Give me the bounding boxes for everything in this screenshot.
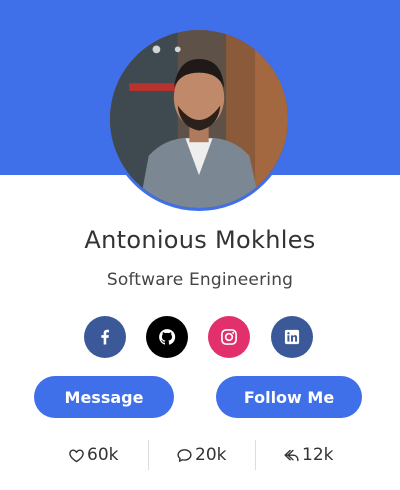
facebook-icon	[101, 329, 109, 345]
avatar[interactable]	[107, 27, 291, 211]
shares-count: 12k	[302, 445, 334, 465]
stats-divider	[255, 440, 256, 470]
message-button[interactable]: Message	[34, 376, 174, 418]
likes-stat[interactable]: 60k	[68, 440, 118, 470]
avatar-photo	[110, 30, 288, 208]
instagram-icon	[221, 329, 237, 345]
github-icon	[159, 329, 176, 345]
linkedin-link[interactable]	[271, 316, 313, 358]
social-links	[0, 316, 400, 358]
github-link[interactable]	[146, 316, 188, 358]
stats-divider	[148, 440, 149, 470]
linkedin-icon	[284, 329, 300, 345]
share-icon	[284, 449, 299, 461]
likes-count: 60k	[87, 445, 119, 465]
follow-button[interactable]: Follow Me	[216, 376, 362, 418]
heart-icon	[69, 448, 84, 462]
profile-role: Software Engineering	[106, 270, 294, 290]
instagram-link[interactable]	[208, 316, 250, 358]
comments-count: 20k	[195, 445, 227, 465]
profile-name: Antonious Mokhles	[84, 226, 316, 254]
facebook-link[interactable]	[84, 316, 126, 358]
shares-stat[interactable]: 12k	[283, 440, 333, 470]
comments-stat[interactable]: 20k	[176, 440, 226, 470]
stats-bar: 60k 20k 12k	[0, 440, 400, 470]
comment-icon	[177, 448, 192, 462]
profile-card: Antonious Mokhles Software Engineering M…	[0, 0, 400, 490]
